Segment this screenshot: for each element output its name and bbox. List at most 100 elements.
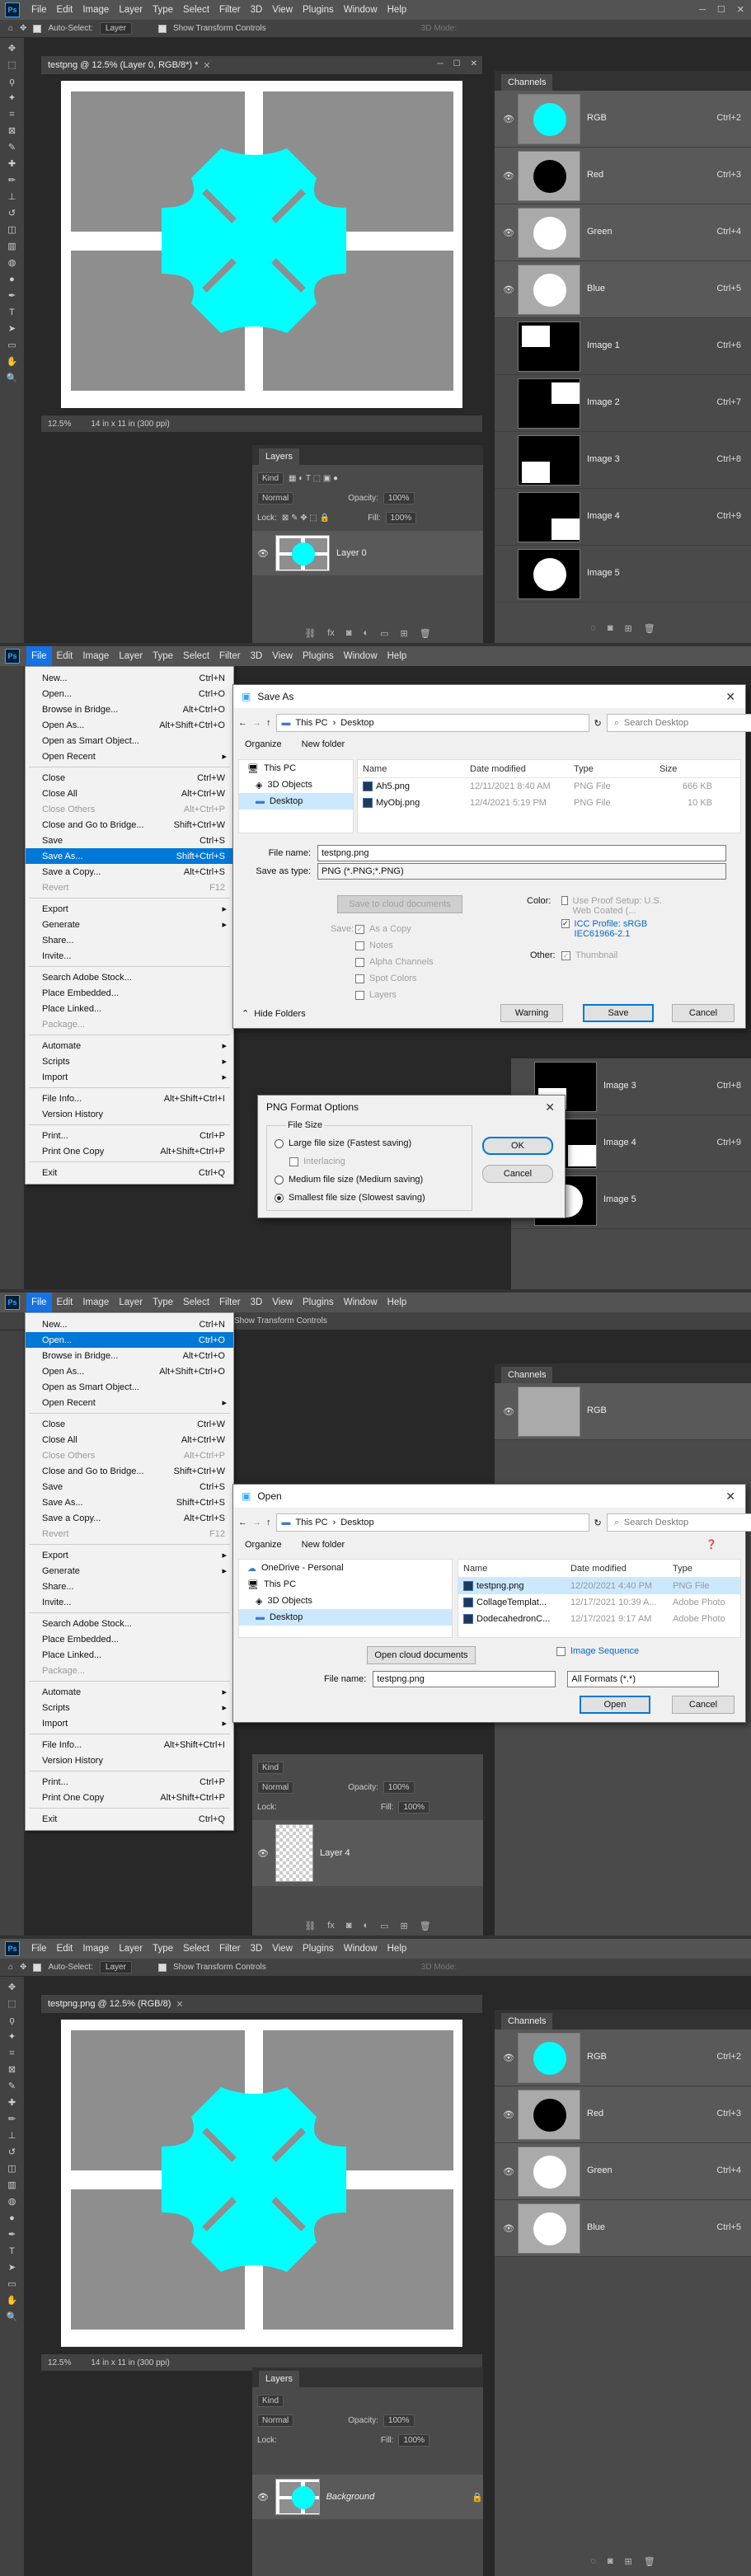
minimize-icon[interactable]: ─ xyxy=(438,59,444,68)
menu-layer[interactable]: Layer xyxy=(114,1939,148,1959)
menu-view[interactable]: View xyxy=(267,646,298,666)
menu-item[interactable]: Place Embedded... xyxy=(26,985,233,1001)
menu-filter[interactable]: Filter xyxy=(214,0,246,20)
channel-row[interactable]: 👁 Green Ctrl+4 xyxy=(495,2143,751,2200)
nav-this-pc[interactable]: 🖥 This PC xyxy=(239,1576,452,1593)
channel-row[interactable]: Image 5 xyxy=(495,546,751,603)
kind-select[interactable]: Kind xyxy=(257,1761,284,1774)
col-date[interactable]: Date modified xyxy=(566,1564,668,1574)
tab-channels[interactable]: Channels xyxy=(501,2013,553,2029)
medium-option[interactable]: Medium file size (Medium saving) xyxy=(275,1175,423,1185)
menu-item[interactable]: Browse in Bridge... Alt+Ctrl+O xyxy=(26,1348,233,1363)
up-icon[interactable]: ↑ xyxy=(266,1518,271,1527)
opacity-input[interactable]: 100% xyxy=(383,2414,415,2427)
menu-plugins[interactable]: Plugins xyxy=(298,646,339,666)
kind-select[interactable]: Kind xyxy=(257,2394,284,2407)
menu-type[interactable]: Type xyxy=(148,1293,178,1312)
crumb-this-pc[interactable]: This PC xyxy=(296,718,328,728)
menu-item[interactable]: Print One Copy Alt+Shift+Ctrl+P xyxy=(26,1790,233,1805)
channel-row[interactable]: 👁 Blue Ctrl+5 xyxy=(495,2200,751,2257)
menu-3d[interactable]: 3D xyxy=(246,1939,268,1959)
channel-row[interactable]: Image 4 Ctrl+9 xyxy=(495,489,751,546)
menu-item[interactable]: Import ▸ xyxy=(26,1069,233,1085)
channel-row[interactable]: 👁 Red Ctrl+3 xyxy=(495,2086,751,2143)
eye-icon[interactable]: 👁 xyxy=(257,2492,269,2503)
new-folder-button[interactable]: New folder xyxy=(302,739,345,749)
menu-item[interactable]: Close All Alt+Ctrl+W xyxy=(26,786,233,801)
hide-folders-toggle[interactable]: ⌃ Hide Folders xyxy=(242,1008,306,1020)
eye-icon[interactable]: 👁 xyxy=(503,228,514,238)
hand-tool-icon[interactable]: ✋ xyxy=(5,356,20,368)
menu-edit[interactable]: Edit xyxy=(52,1939,78,1959)
blur-tool-icon[interactable]: ◍ xyxy=(5,2196,20,2208)
menu-item[interactable]: Export ▸ xyxy=(26,901,233,917)
menu-item[interactable]: Package... xyxy=(26,1663,233,1678)
zoom-tool-icon[interactable]: 🔍 xyxy=(5,373,20,384)
alpha-option[interactable]: Alpha Channels xyxy=(355,957,434,967)
blend-mode-select[interactable]: Normal xyxy=(257,491,294,504)
menu-item[interactable]: Close Ctrl+W xyxy=(26,770,233,786)
eye-icon[interactable]: 👁 xyxy=(257,548,269,559)
menu-item[interactable]: Revert F12 xyxy=(26,880,233,895)
channel-row[interactable]: 👁 Blue Ctrl+5 xyxy=(495,261,751,318)
document-tab[interactable]: testpng @ 12.5% (Layer 0, RGB/8*) * ✕ xyxy=(41,56,482,74)
nav-3d-objects[interactable]: ◈ 3D Objects xyxy=(239,777,353,793)
close-icon[interactable]: ✕ xyxy=(545,1100,555,1114)
col-type[interactable]: Type xyxy=(569,764,655,774)
trash-icon[interactable]: 🗑 xyxy=(420,1921,431,1931)
close-icon[interactable]: ✕ xyxy=(471,59,477,68)
load-selection-icon[interactable]: ◌ xyxy=(590,2556,596,2566)
menu-item[interactable]: Revert F12 xyxy=(26,1526,233,1541)
dodge-tool-icon[interactable]: ● xyxy=(5,2212,20,2224)
layers-option[interactable]: Layers xyxy=(355,990,397,1000)
trash-icon[interactable]: 🗑 xyxy=(644,2556,655,2567)
menu-type[interactable]: Type xyxy=(148,0,178,20)
lasso-tool-icon[interactable]: ϙ xyxy=(5,2015,20,2026)
channel-row[interactable]: 👁 Green Ctrl+4 xyxy=(495,204,751,261)
file-row[interactable]: DodecahedronC... 12/17/2021 9:17 AM Adobe … xyxy=(458,1611,740,1627)
tab-layers[interactable]: Layers xyxy=(259,2371,300,2387)
trash-icon[interactable]: 🗑 xyxy=(644,623,655,634)
zoom-level[interactable]: 12.5% xyxy=(48,420,71,429)
menu-item[interactable]: File Info... Alt+Shift+Ctrl+I xyxy=(26,1091,233,1106)
menu-item[interactable]: File Info... Alt+Shift+Ctrl+I xyxy=(26,1737,233,1753)
trash-icon[interactable]: 🗑 xyxy=(420,628,431,639)
menu-item[interactable]: Share... xyxy=(26,1579,233,1594)
shape-tool-icon[interactable]: ▭ xyxy=(5,2278,20,2290)
menu-file[interactable]: File xyxy=(26,1939,52,1959)
fx-icon[interactable]: fx xyxy=(327,1921,335,1931)
new-channel-icon[interactable]: ⊞ xyxy=(625,2556,632,2567)
fill-input[interactable]: 100% xyxy=(398,1800,430,1814)
channel-row[interactable]: 👁 Red Ctrl+3 xyxy=(495,148,751,204)
eye-icon[interactable]: 👁 xyxy=(503,2109,514,2120)
menu-plugins[interactable]: Plugins xyxy=(298,1939,339,1959)
col-date[interactable]: Date modified xyxy=(465,764,569,774)
as-copy-option[interactable]: ✓ As a Copy xyxy=(355,924,411,934)
nav-desktop[interactable]: ▬ Desktop xyxy=(239,793,353,809)
menu-file[interactable]: File xyxy=(26,1293,52,1312)
medium-radio[interactable] xyxy=(275,1175,284,1185)
up-icon[interactable]: ↑ xyxy=(266,718,271,728)
menu-layer[interactable]: Layer xyxy=(114,1293,148,1312)
marquee-tool-icon[interactable]: ⬚ xyxy=(5,1998,20,2010)
menu-item[interactable]: New... Ctrl+N xyxy=(26,1316,233,1332)
file-name-input[interactable]: testpng.png xyxy=(317,845,726,861)
minimize-icon[interactable]: ─ xyxy=(699,0,706,20)
gradient-icon[interactable]: ▥ xyxy=(5,241,20,252)
crumb-desktop[interactable]: Desktop xyxy=(340,718,373,728)
thumbnail-option[interactable]: ✓ Thumbnail xyxy=(561,950,617,960)
menu-item[interactable]: Close Ctrl+W xyxy=(26,1416,233,1432)
home-icon[interactable]: ⌂ xyxy=(8,1963,13,1972)
menu-item[interactable]: Save a Copy... Alt+Ctrl+S xyxy=(26,864,233,880)
menu-item[interactable]: Open Recent ▸ xyxy=(26,748,233,764)
eye-icon[interactable]: 👁 xyxy=(503,171,514,181)
shape-tool-icon[interactable]: ▭ xyxy=(5,340,20,351)
opacity-input[interactable]: 100% xyxy=(383,1781,415,1794)
gradient-icon[interactable]: ▥ xyxy=(5,2180,20,2191)
back-icon[interactable]: ← xyxy=(238,1518,247,1527)
canvas-area[interactable] xyxy=(41,2013,482,2354)
brush-tool-icon[interactable]: ✏ xyxy=(5,175,20,186)
menu-image[interactable]: Image xyxy=(77,0,114,20)
spot-option[interactable]: Spot Colors xyxy=(355,974,416,983)
tab-channels[interactable]: Channels xyxy=(501,74,553,91)
